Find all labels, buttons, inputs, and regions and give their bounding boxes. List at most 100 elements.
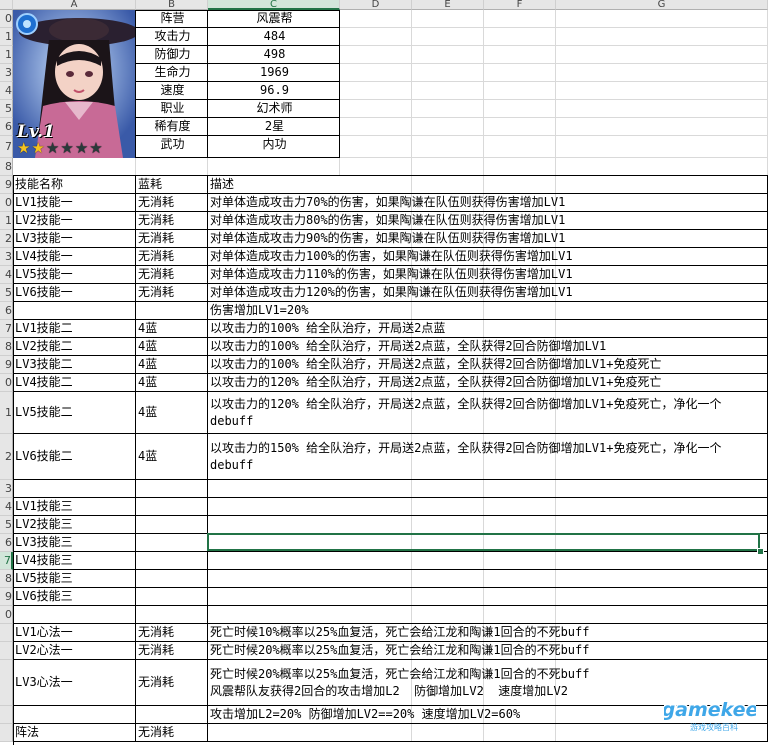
description-cell[interactable] — [208, 480, 768, 498]
mana-cost-cell[interactable]: 4蓝 — [136, 320, 208, 338]
grid-cell[interactable] — [412, 100, 484, 118]
grid-cell[interactable] — [340, 64, 412, 82]
stat-value[interactable]: 2星 — [208, 118, 340, 136]
mana-cost-cell[interactable] — [136, 588, 208, 606]
description-cell[interactable]: 对单体造成攻击力70%的伤害，如果陶谦在队伍则获得伤害增加LV1 — [208, 194, 768, 212]
description-cell[interactable]: 对单体造成攻击力110%的伤害，如果陶谦在队伍则获得伤害增加LV1 — [208, 266, 768, 284]
mana-cost-cell[interactable] — [136, 498, 208, 516]
skill-name-cell[interactable]: LV1技能二 — [13, 320, 136, 338]
grid-cell[interactable] — [556, 118, 768, 136]
skill-name-cell[interactable]: LV1心法一 — [13, 624, 136, 642]
mana-cost-cell[interactable]: 无消耗 — [136, 284, 208, 302]
description-cell[interactable]: 以攻击力的150% 给全队治疗，开局送2点蓝，全队获得2回合防御增加LV1+免疫… — [208, 434, 768, 480]
row-header[interactable]: 4 — [0, 266, 13, 284]
description-cell[interactable] — [208, 588, 768, 606]
grid-cell[interactable] — [484, 158, 556, 176]
skill-name-cell[interactable]: LV6技能三 — [13, 588, 136, 606]
skill-name-cell[interactable]: LV3技能一 — [13, 230, 136, 248]
description-cell[interactable]: 伤害增加LV1=20% — [208, 302, 768, 320]
row-header[interactable]: 1 — [0, 212, 13, 230]
column-header-a[interactable]: A — [13, 0, 136, 10]
row-header[interactable]: 7 — [0, 552, 13, 570]
mana-cost-cell[interactable]: 无消耗 — [136, 194, 208, 212]
grid-cell[interactable] — [412, 64, 484, 82]
row-header[interactable]: 4 — [0, 82, 13, 100]
grid-cell[interactable] — [556, 64, 768, 82]
row-header[interactable]: 0 — [0, 194, 13, 212]
column-header-b[interactable]: B — [136, 0, 208, 10]
grid-cell[interactable] — [340, 100, 412, 118]
skill-name-cell[interactable] — [13, 606, 136, 624]
mana-cost-cell[interactable] — [136, 480, 208, 498]
row-header[interactable]: 3 — [0, 248, 13, 266]
grid-cell[interactable] — [556, 82, 768, 100]
description-cell[interactable]: 对单体造成攻击力90%的伤害，如果陶谦在队伍则获得伤害增加LV1 — [208, 230, 768, 248]
grid-cell[interactable] — [556, 136, 768, 158]
row-header[interactable] — [0, 660, 13, 706]
grid-cell[interactable] — [412, 28, 484, 46]
skill-name-cell[interactable]: LV5技能二 — [13, 392, 136, 434]
skill-name-cell[interactable]: LV1技能三 — [13, 498, 136, 516]
column-header-c[interactable]: C — [208, 0, 340, 10]
fill-handle[interactable] — [757, 548, 764, 555]
skill-name-cell[interactable]: LV4技能三 — [13, 552, 136, 570]
skill-name-cell[interactable]: LV2技能二 — [13, 338, 136, 356]
row-header[interactable]: 7 — [0, 136, 13, 158]
description-cell[interactable]: 对单体造成攻击力100%的伤害，如果陶谦在队伍则获得伤害增加LV1 — [208, 248, 768, 266]
select-all-corner[interactable] — [0, 0, 13, 10]
description-cell[interactable] — [208, 570, 768, 588]
grid-cell[interactable] — [340, 28, 412, 46]
row-header[interactable]: 1 — [0, 28, 13, 46]
mana-cost-cell[interactable]: 无消耗 — [136, 248, 208, 266]
grid-cell[interactable] — [136, 158, 208, 176]
mana-cost-cell[interactable] — [136, 552, 208, 570]
mana-cost-cell[interactable]: 无消耗 — [136, 624, 208, 642]
row-header[interactable]: 0 — [0, 10, 13, 28]
grid-cell[interactable] — [340, 82, 412, 100]
stat-value[interactable]: 484 — [208, 28, 340, 46]
row-header[interactable]: 8 — [0, 338, 13, 356]
grid-cell[interactable] — [556, 28, 768, 46]
row-header[interactable]: 7 — [0, 320, 13, 338]
mana-cost-cell[interactable]: 无消耗 — [136, 230, 208, 248]
mana-cost-cell[interactable]: 4蓝 — [136, 356, 208, 374]
skill-name-cell[interactable]: LV3技能三 — [13, 534, 136, 552]
row-header[interactable]: 6 — [0, 118, 13, 136]
description-cell[interactable] — [208, 606, 768, 624]
row-header[interactable]: 6 — [0, 302, 13, 320]
skill-name-cell[interactable]: LV4技能一 — [13, 248, 136, 266]
skill-name-cell[interactable]: LV3心法一 — [13, 660, 136, 706]
stat-value[interactable]: 1969 — [208, 64, 340, 82]
spreadsheet[interactable]: ABCDEFG0113456789012345678901234567890 L… — [0, 0, 768, 745]
column-header-d[interactable]: D — [340, 0, 412, 10]
grid-cell[interactable] — [484, 82, 556, 100]
grid-cell[interactable] — [484, 118, 556, 136]
row-header[interactable]: 9 — [0, 176, 13, 194]
grid-cell[interactable] — [340, 158, 412, 176]
skill-name-cell[interactable] — [13, 706, 136, 724]
skill-name-cell[interactable]: LV5技能三 — [13, 570, 136, 588]
mana-cost-cell[interactable] — [136, 706, 208, 724]
description-cell[interactable]: 以攻击力的100% 给全队治疗，开局送2点蓝，全队获得2回合防御增加LV1+免疫… — [208, 356, 768, 374]
grid-cell[interactable] — [340, 46, 412, 64]
grid-cell[interactable] — [484, 46, 556, 64]
row-header[interactable]: 5 — [0, 516, 13, 534]
row-header[interactable]: 9 — [0, 588, 13, 606]
mana-cost-cell[interactable] — [136, 570, 208, 588]
description-cell[interactable]: 以攻击力的120% 给全队治疗，开局送2点蓝，全队获得2回合防御增加LV1+免疫… — [208, 392, 768, 434]
mana-cost-cell[interactable] — [136, 516, 208, 534]
skill-name-cell[interactable] — [13, 480, 136, 498]
mana-cost-cell[interactable]: 无消耗 — [136, 660, 208, 706]
grid-cell[interactable] — [412, 118, 484, 136]
skill-name-cell[interactable]: LV3技能二 — [13, 356, 136, 374]
description-cell[interactable]: 死亡时候20%概率以25%血复活，死亡会给江龙和陶谦1回合的不死buff — [208, 642, 768, 660]
description-cell[interactable] — [208, 516, 768, 534]
row-header[interactable]: 8 — [0, 158, 13, 176]
grid-cell[interactable] — [484, 100, 556, 118]
grid-cell[interactable] — [556, 46, 768, 64]
row-header[interactable]: 2 — [0, 230, 13, 248]
row-header[interactable]: 0 — [0, 606, 13, 624]
stat-value[interactable]: 498 — [208, 46, 340, 64]
grid-cell[interactable] — [340, 10, 412, 28]
skill-name-cell[interactable]: LV6技能二 — [13, 434, 136, 480]
